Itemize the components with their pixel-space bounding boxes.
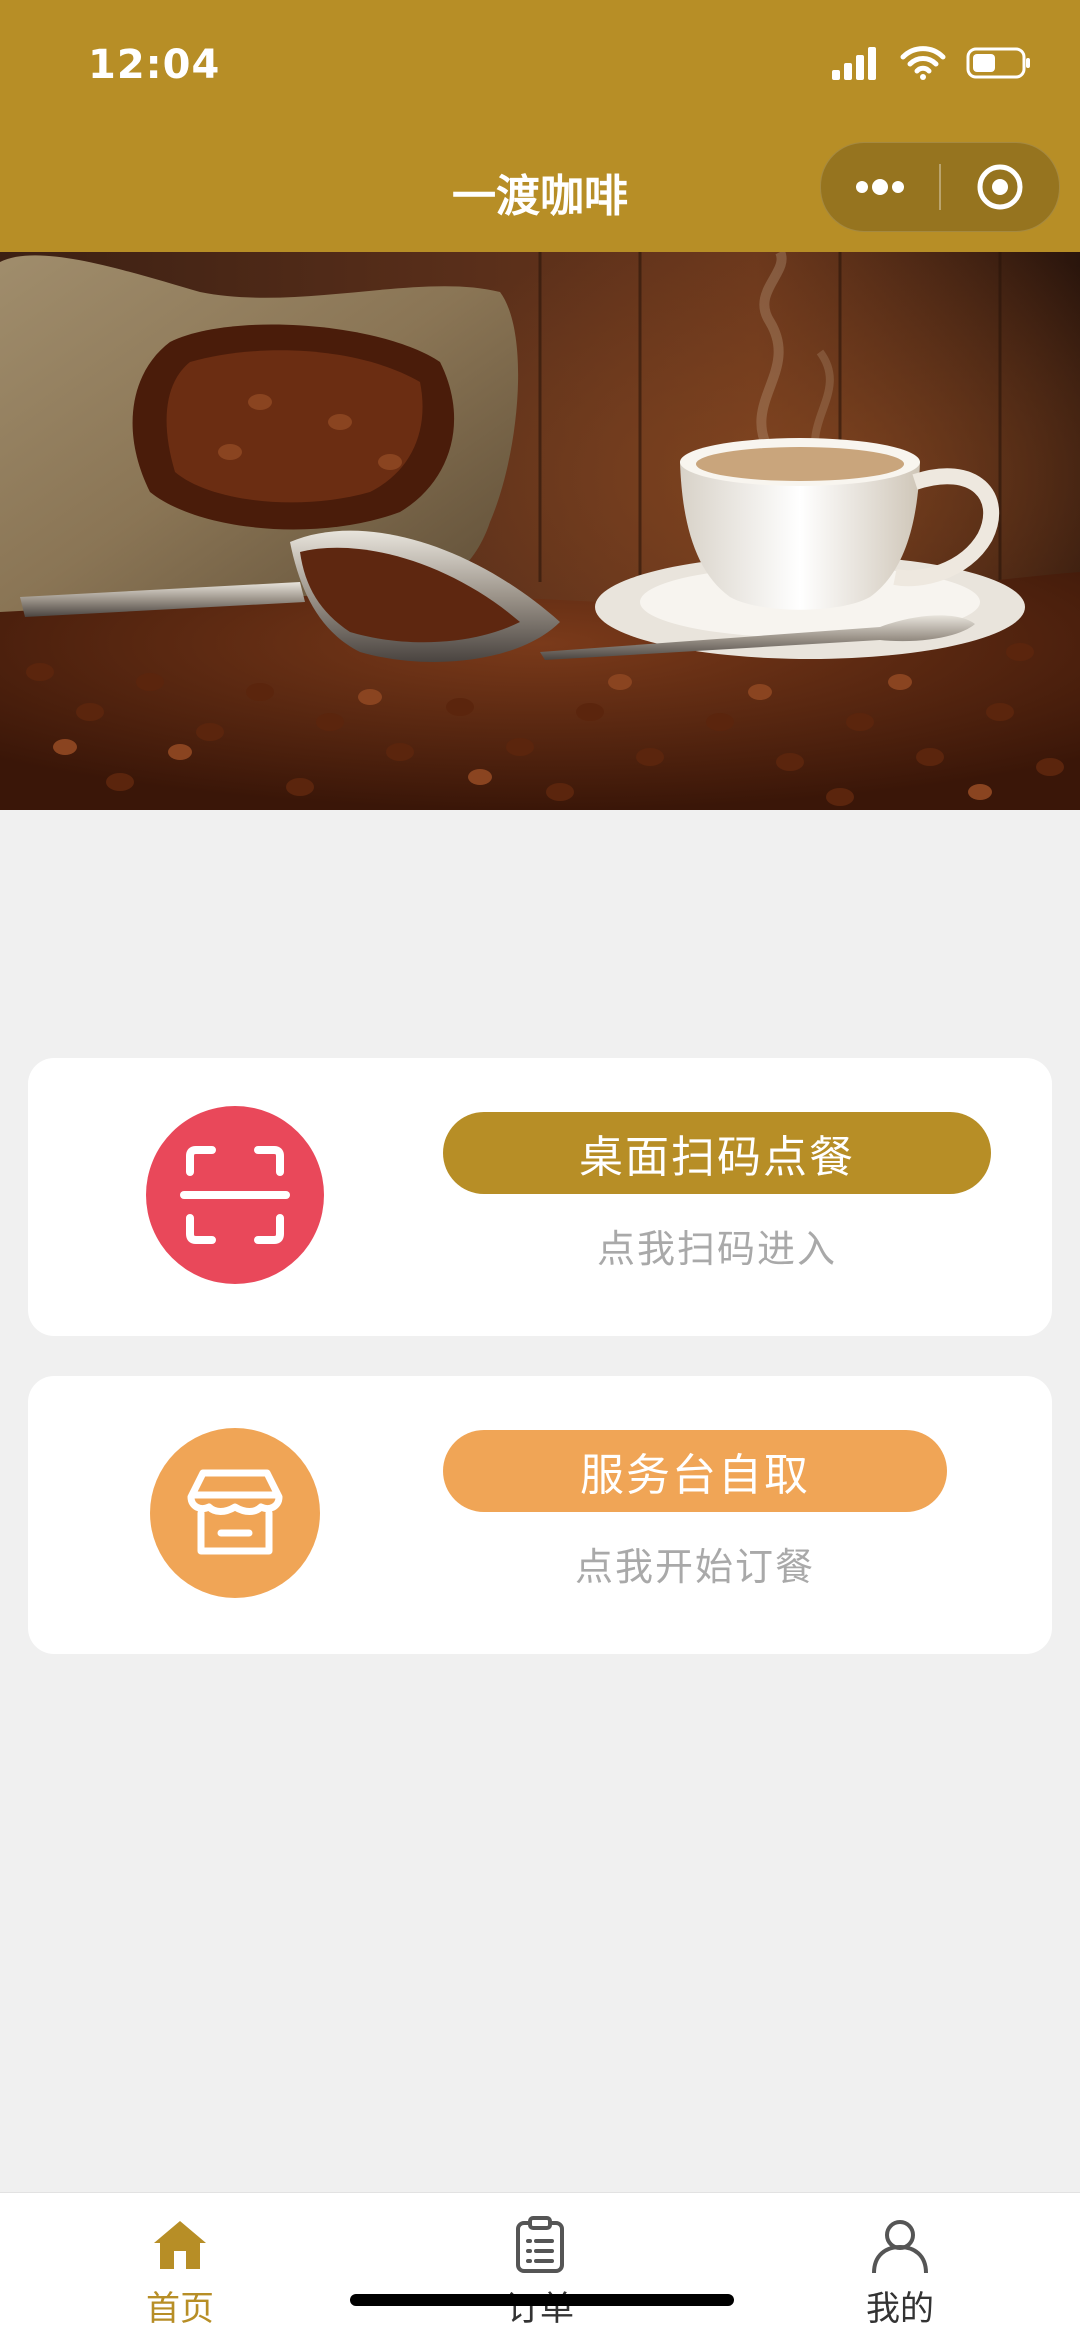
battery-icon [966,47,1030,79]
scan-order-subtitle: 点我扫码进入 [596,1227,837,1271]
more-button[interactable] [821,143,939,231]
nav-bar: 一渡咖啡 [0,130,1080,252]
close-mini-program-button[interactable] [941,143,1059,231]
mini-program-capsule [820,142,1060,232]
tab-bar: 首页 订单 我的 [0,2192,1080,2338]
status-bar: 12:04 [0,0,1080,130]
tab-profile-label: 我的 [866,2289,934,2329]
coffee-banner-image [0,252,1080,810]
pickup-order-button[interactable]: 服务台自取 [443,1430,947,1512]
tab-profile[interactable]: 我的 [800,2193,1000,2338]
signal-icon [832,47,876,80]
scan-order-card[interactable]: 桌面扫码点餐 点我扫码进入 [28,1058,1052,1336]
more-dots-icon [856,179,904,195]
home-indicator [350,2294,734,2306]
clipboard-icon [516,2216,564,2273]
store-icon [187,1469,283,1555]
tab-home-label: 首页 [146,2289,214,2329]
tab-orders[interactable]: 订单 [440,2193,640,2338]
pickup-order-card[interactable]: 服务台自取 点我开始订餐 [28,1376,1052,1654]
status-icons [830,46,1032,80]
user-icon [872,2220,928,2274]
status-time: 12:04 [88,42,221,88]
store-icon-circle [150,1428,320,1598]
home-icon [154,2221,206,2269]
scan-order-button[interactable]: 桌面扫码点餐 [443,1112,991,1194]
wifi-icon [900,46,946,80]
scan-icon [180,1146,290,1244]
target-close-icon [977,164,1023,210]
pickup-order-subtitle: 点我开始订餐 [574,1545,815,1589]
tab-home[interactable]: 首页 [80,2193,280,2338]
scan-icon-circle [146,1106,324,1284]
